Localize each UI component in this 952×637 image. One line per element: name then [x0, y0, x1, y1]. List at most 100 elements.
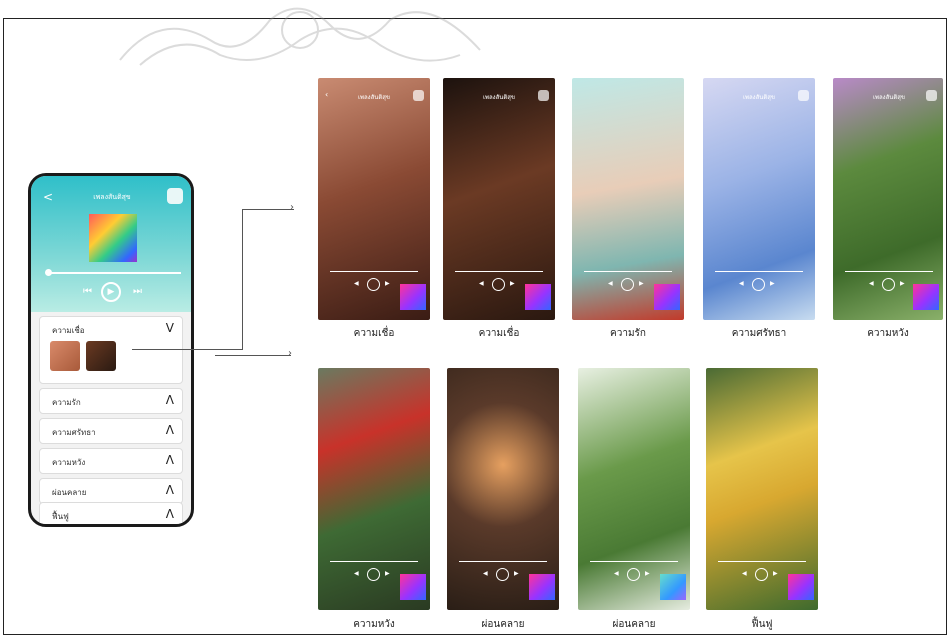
- seek-bar[interactable]: [455, 271, 543, 272]
- seek-bar[interactable]: [330, 561, 418, 562]
- previous-icon[interactable]: ◀: [614, 570, 619, 577]
- app-badge-icon: [400, 574, 426, 600]
- chevron-up-icon[interactable]: Λ: [166, 483, 174, 497]
- screen-caption: ฟื้นฟู: [751, 619, 773, 630]
- category-relax[interactable]: ผ่อนคลาย Λ: [39, 478, 183, 504]
- next-icon[interactable]: ▶: [510, 280, 515, 287]
- chevron-up-icon[interactable]: Λ: [166, 453, 174, 467]
- player-title: เพลงสันติสุข: [93, 193, 131, 201]
- connector-line: [242, 209, 243, 350]
- thumbnail-hands-2[interactable]: [86, 341, 116, 371]
- screen-relax-1[interactable]: ◀ ▶: [447, 368, 559, 610]
- screen-caption: ความหวัง: [353, 619, 395, 630]
- app-logo-icon: [538, 90, 549, 101]
- chevron-up-icon[interactable]: Λ: [166, 423, 174, 437]
- next-icon[interactable]: ▶: [385, 570, 390, 577]
- screen-restore[interactable]: ◀ ▶: [706, 368, 818, 610]
- screen-caption: ความเชื่อ: [478, 328, 520, 339]
- screen-faith[interactable]: เพลงสันติสุข ◀ ▶: [703, 78, 815, 320]
- album-art: [89, 214, 137, 262]
- next-icon[interactable]: ▶: [900, 280, 905, 287]
- seek-knob[interactable]: [45, 269, 52, 276]
- screen-belief-2[interactable]: เพลงสันติสุข ◀ ▶: [443, 78, 555, 320]
- seek-bar[interactable]: [330, 271, 418, 272]
- previous-icon[interactable]: ◀: [479, 280, 484, 287]
- next-icon[interactable]: ▶: [773, 570, 778, 577]
- next-icon[interactable]: ▶: [770, 280, 775, 287]
- play-icon[interactable]: [627, 568, 640, 581]
- app-badge-icon: [525, 284, 551, 310]
- category-belief-expanded[interactable]: ความเชื่อ V: [39, 316, 183, 384]
- category-label: ความเชื่อ: [52, 326, 85, 335]
- category-faith[interactable]: ความศรัทธา Λ: [39, 418, 183, 444]
- next-icon[interactable]: ⏭: [133, 286, 142, 297]
- previous-icon[interactable]: ◀: [354, 280, 359, 287]
- seek-bar[interactable]: [47, 272, 181, 274]
- category-restore[interactable]: ฟื้นฟู Λ: [39, 502, 183, 524]
- screen-caption: ความรัก: [610, 328, 646, 339]
- previous-icon[interactable]: ◀: [742, 570, 747, 577]
- previous-icon[interactable]: ◀: [608, 280, 613, 287]
- play-icon[interactable]: [367, 278, 380, 291]
- screen-hope-2[interactable]: ◀ ▶: [318, 368, 430, 610]
- category-label: ผ่อนคลาย: [52, 488, 87, 497]
- app-logo-icon: [798, 90, 809, 101]
- play-icon[interactable]: [621, 278, 634, 291]
- arrow-right-icon: ›: [290, 202, 294, 213]
- previous-icon[interactable]: ⏮: [83, 286, 92, 297]
- seek-bar[interactable]: [718, 561, 806, 562]
- screen-caption: ผ่อนคลาย: [612, 619, 656, 630]
- seek-bar[interactable]: [715, 271, 803, 272]
- play-icon[interactable]: [752, 278, 765, 291]
- play-icon[interactable]: [496, 568, 509, 581]
- connector-line: [215, 355, 291, 356]
- next-icon[interactable]: ▶: [645, 570, 650, 577]
- chevron-down-icon[interactable]: V: [166, 321, 174, 335]
- screen-caption: ความหวัง: [867, 328, 909, 339]
- seek-bar[interactable]: [590, 561, 678, 562]
- category-label: ความรัก: [52, 398, 81, 407]
- thumbnail-hands-1[interactable]: [50, 341, 80, 371]
- seek-bar[interactable]: [584, 271, 672, 272]
- back-icon[interactable]: <: [43, 190, 53, 204]
- category-hope[interactable]: ความหวัง Λ: [39, 448, 183, 474]
- seek-bar[interactable]: [845, 271, 933, 272]
- play-icon[interactable]: [367, 568, 380, 581]
- app-badge-icon: [788, 574, 814, 600]
- chevron-up-icon[interactable]: Λ: [166, 507, 174, 521]
- category-label: ความหวัง: [52, 458, 86, 467]
- category-label: ฟื้นฟู: [52, 512, 69, 521]
- screen-caption: ผ่อนคลาย: [481, 619, 525, 630]
- play-button[interactable]: ▶: [101, 282, 121, 302]
- previous-icon[interactable]: ◀: [483, 570, 488, 577]
- music-player-panel: < เพลงสันติสุข ⏮ ▶ ⏭: [31, 176, 191, 312]
- next-icon[interactable]: ▶: [639, 280, 644, 287]
- app-badge-icon: [400, 284, 426, 310]
- connector-line: [132, 349, 242, 350]
- screen-belief-1[interactable]: ‹ เพลงสันติสุข ◀ ▶: [318, 78, 430, 320]
- app-logo-icon: [413, 90, 424, 101]
- app-badge-icon: [660, 574, 686, 600]
- connector-line: [242, 209, 294, 210]
- phone-mockup: < เพลงสันติสุข ⏮ ▶ ⏭ ความเชื่อ V ความรัก…: [28, 173, 194, 527]
- previous-icon[interactable]: ◀: [869, 280, 874, 287]
- app-badge-icon: [654, 284, 680, 310]
- chevron-up-icon[interactable]: Λ: [166, 393, 174, 407]
- play-icon[interactable]: [492, 278, 505, 291]
- screen-love[interactable]: ◀ ▶: [572, 78, 684, 320]
- seek-bar[interactable]: [459, 561, 547, 562]
- app-logo-icon: [926, 90, 937, 101]
- play-icon[interactable]: [755, 568, 768, 581]
- previous-icon[interactable]: ◀: [739, 280, 744, 287]
- next-icon[interactable]: ▶: [385, 280, 390, 287]
- screen-caption: ความศรัทธา: [731, 328, 787, 339]
- previous-icon[interactable]: ◀: [354, 570, 359, 577]
- play-icon[interactable]: [882, 278, 895, 291]
- category-love[interactable]: ความรัก Λ: [39, 388, 183, 414]
- app-badge-icon: [913, 284, 939, 310]
- screen-hope-1[interactable]: เพลงสันติสุข ◀ ▶: [833, 78, 943, 320]
- next-icon[interactable]: ▶: [514, 570, 519, 577]
- screen-relax-2[interactable]: ◀ ▶: [578, 368, 690, 610]
- screen-caption: ความเชื่อ: [353, 328, 395, 339]
- app-logo-icon: [167, 188, 183, 204]
